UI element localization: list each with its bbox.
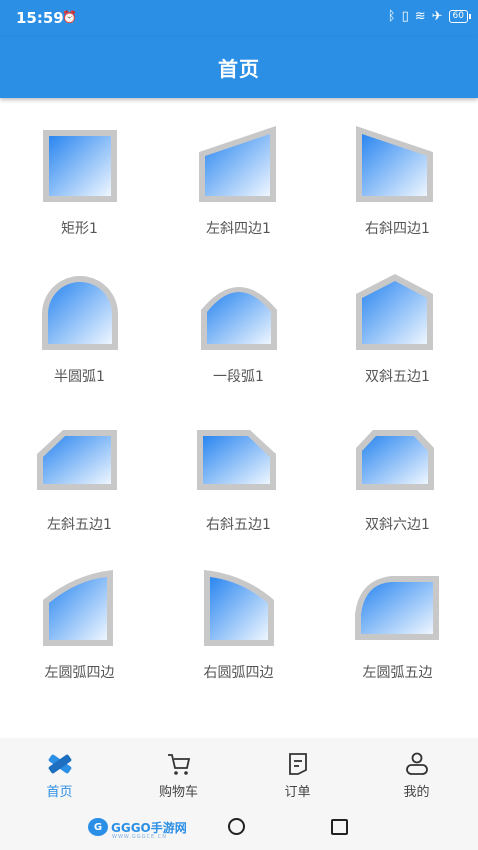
shape-item-segment-arch[interactable]: 一段弧1 [159,246,318,394]
watermark-text: GGGO手游网 [111,820,187,835]
shape-label: 左斜五边1 [47,517,112,533]
left-arc-quad-icon [35,568,125,652]
watermark-subtext: WWW.GGGCE.CN [112,834,167,840]
shape-item-left-arc-pentagon[interactable]: 左圆弧五边 [318,542,477,690]
cart-icon [167,754,190,775]
rectangle-shape-icon [35,124,125,208]
profile-icon [405,752,428,775]
left-arc-pentagon-icon [353,568,443,652]
double-slant-pentagon-icon [353,272,443,356]
shape-label: 左圆弧四边 [44,665,115,681]
alarm-off-icon: ⏰ [62,10,77,24]
nav-tab-profile[interactable]: 我的 [357,738,476,804]
battery-indicator: 60 [448,10,472,23]
watermark-logo-icon: G [88,818,108,836]
shape-label: 一段弧1 [213,369,264,385]
status-bar: 15:59 ⏰ ᛒ ▯ ≋ ✈ 60 [0,0,478,37]
airplane-icon: ✈ [431,9,443,24]
nav-tab-home[interactable]: 首页 [0,738,119,804]
shape-item-double-slant-pentagon[interactable]: 双斜五边1 [318,246,477,394]
nav-label: 首页 [46,785,73,800]
shape-item-semicircle-arch[interactable]: 半圆弧1 [0,246,159,394]
shape-item-right-slant-pentagon[interactable]: 右斜五边1 [159,394,318,542]
shape-label: 右斜四边1 [365,221,430,237]
shape-item-right-arc-quad[interactable]: 右圆弧四边 [159,542,318,690]
vibrate-icon: ▯ [401,9,409,24]
nav-tab-cart[interactable]: 购物车 [119,738,238,804]
shape-label: 右斜五边1 [206,517,271,533]
left-slant-pentagon-icon [35,420,125,504]
right-slant-pentagon-icon [194,420,284,504]
page-title: 首页 [218,57,260,81]
shape-label: 半圆弧1 [54,369,105,385]
semicircle-arch-icon [35,272,125,356]
nav-label: 我的 [403,785,430,800]
shape-item-right-slant-quad[interactable]: 右斜四边1 [318,98,477,246]
shape-item-rectangle[interactable]: 矩形1 [0,98,159,246]
shape-label: 左斜四边1 [206,221,271,237]
nav-tab-orders[interactable]: 订单 [238,738,357,804]
segment-arch-icon [194,272,284,356]
status-icons: ᛒ ▯ ≋ ✈ 60 [387,9,472,24]
status-time: 15:59 [16,9,64,27]
right-arc-quad-icon [194,568,284,652]
bluetooth-icon: ᛒ [387,9,396,24]
system-home-button[interactable] [228,818,245,835]
right-slant-quad-icon [353,124,443,208]
nav-label: 订单 [284,785,311,800]
shape-item-left-arc-quad[interactable]: 左圆弧四边 [0,542,159,690]
shape-item-left-slant-pentagon[interactable]: 左斜五边1 [0,394,159,542]
app-bar: 首页 [0,37,478,98]
double-slant-hexagon-icon [353,420,443,504]
nav-label: 购物车 [158,785,198,800]
order-icon [288,753,307,775]
shape-label: 双斜五边1 [365,369,430,385]
shape-item-double-slant-hexagon[interactable]: 双斜六边1 [318,394,477,542]
shape-label: 矩形1 [61,221,98,237]
home-ruler-icon [48,754,71,774]
left-slant-quad-icon [194,124,284,208]
shape-grid: 矩形1 左斜四边1 右斜四边1 半圆弧1 一段弧1 双斜五边1 左斜五边1 右斜… [0,98,478,738]
shape-item-left-slant-quad[interactable]: 左斜四边1 [159,98,318,246]
shape-label: 双斜六边1 [365,517,430,533]
bottom-nav: 首页 购物车 订单 我的 [0,738,478,804]
shape-label: 右圆弧四边 [203,665,274,681]
shape-label: 左圆弧五边 [362,665,433,681]
system-recents-button[interactable] [331,819,348,835]
wifi-icon: ≋ [414,9,426,24]
